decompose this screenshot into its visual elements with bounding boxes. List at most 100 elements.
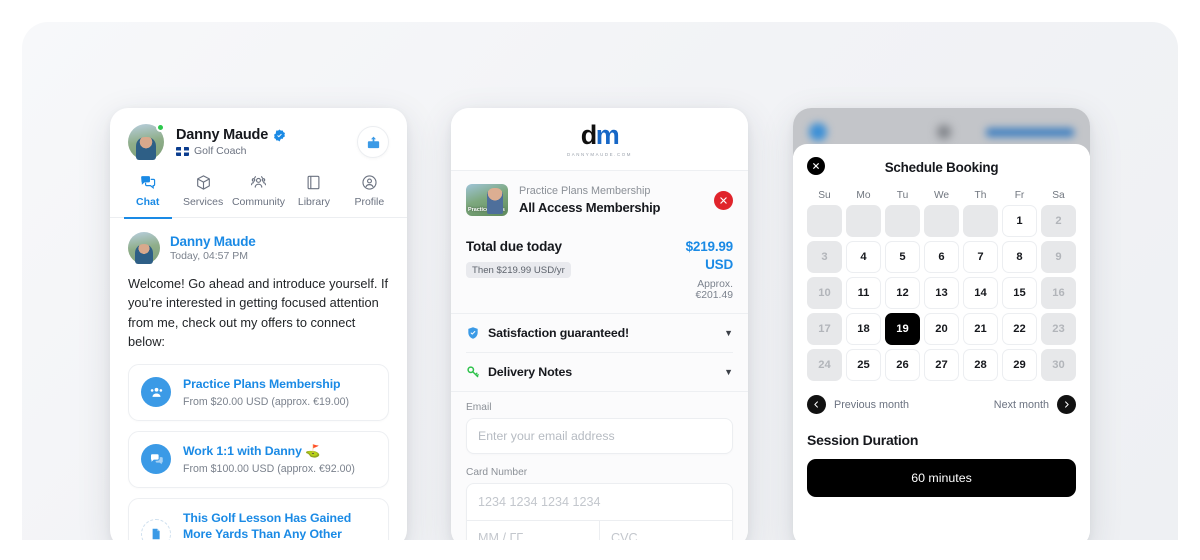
session-duration-option[interactable]: 60 minutes bbox=[807, 459, 1076, 497]
blurred-link bbox=[986, 127, 1074, 137]
calendar-day-17: 17 bbox=[807, 313, 842, 345]
calendar-day-13[interactable]: 13 bbox=[924, 277, 959, 309]
calendar-day-18[interactable]: 18 bbox=[846, 313, 881, 345]
uk-flag-icon bbox=[176, 146, 189, 156]
logo-mark: dm bbox=[580, 119, 620, 150]
person-circle-icon bbox=[362, 175, 377, 190]
total-label: Total due today bbox=[466, 239, 562, 254]
message-author: Danny Maude bbox=[170, 234, 256, 249]
product-name: All Access Membership bbox=[519, 200, 661, 215]
nav-tabs: Chat Services Community Library Profile bbox=[110, 174, 407, 217]
calendar-day-5[interactable]: 5 bbox=[885, 241, 920, 273]
next-month-button[interactable]: Next month bbox=[994, 395, 1076, 414]
tab-community[interactable]: Community bbox=[231, 174, 286, 217]
calendar-day-29[interactable]: 29 bbox=[1002, 349, 1037, 381]
email-field[interactable]: Enter your email address bbox=[466, 418, 733, 454]
calendar-day-20[interactable]: 20 bbox=[924, 313, 959, 345]
calendar-day-16: 16 bbox=[1041, 277, 1076, 309]
coach-role: Golf Coach bbox=[194, 145, 247, 157]
checkout-panel: dm dannymaude.com Practice Plans Practic… bbox=[451, 108, 748, 540]
product-category: Practice Plans Membership bbox=[519, 185, 651, 197]
calendar-day-name: We bbox=[933, 190, 950, 201]
calendar-day-24: 24 bbox=[807, 349, 842, 381]
calendar-day-names: Su Mo Tu We Th Fr Sa bbox=[807, 190, 1076, 201]
close-sheet-button[interactable] bbox=[807, 157, 825, 175]
calendar-cell-empty bbox=[846, 205, 881, 237]
calendar-day-6[interactable]: 6 bbox=[924, 241, 959, 273]
key-icon bbox=[467, 366, 479, 378]
accordion-delivery-notes[interactable]: Delivery Notes ▼ bbox=[451, 353, 748, 391]
calendar-day-7[interactable]: 7 bbox=[963, 241, 998, 273]
session-duration-title: Session Duration bbox=[807, 432, 919, 448]
calendar-day-22[interactable]: 22 bbox=[1002, 313, 1037, 345]
tab-services[interactable]: Services bbox=[175, 174, 230, 217]
logo-wordmark: dannymaude.com bbox=[566, 151, 633, 157]
offers-list: Practice Plans Membership From $20.00 US… bbox=[110, 352, 407, 540]
calendar-day-name: Su bbox=[818, 190, 831, 201]
offer-card[interactable]: Practice Plans Membership From $20.00 US… bbox=[128, 363, 389, 421]
offer-title: Practice Plans Membership bbox=[183, 376, 341, 391]
calendar-day-2: 2 bbox=[1041, 205, 1076, 237]
calendar-day-11[interactable]: 11 bbox=[846, 277, 881, 309]
total-row: Total due today Then $219.99 USD/yr $219… bbox=[451, 229, 748, 313]
calendar-day-1[interactable]: 1 bbox=[1002, 205, 1037, 237]
calendar-day-21[interactable]: 21 bbox=[963, 313, 998, 345]
accordion-satisfaction[interactable]: Satisfaction guaranteed! ▼ bbox=[451, 314, 748, 352]
tab-chat-label: Chat bbox=[136, 196, 160, 208]
remove-product-button[interactable] bbox=[714, 190, 733, 210]
calendar-cell-empty bbox=[807, 205, 842, 237]
message-body: Welcome! Go ahead and introduce yourself… bbox=[128, 276, 389, 350]
tab-profile[interactable]: Profile bbox=[342, 174, 397, 217]
coach-name: Danny Maude bbox=[176, 127, 269, 143]
sheet-header: Schedule Booking bbox=[807, 156, 1076, 178]
card-field-group: 1234 1234 1234 1234 MM / ГГ CVC bbox=[466, 483, 733, 540]
calendar-day-12[interactable]: 12 bbox=[885, 277, 920, 309]
message-avatar bbox=[128, 232, 160, 264]
accordion-label: Delivery Notes bbox=[488, 365, 572, 379]
calendar-day-14[interactable]: 14 bbox=[963, 277, 998, 309]
next-month-label: Next month bbox=[993, 398, 1049, 411]
offer-card[interactable]: Work 1:1 with Danny ⛳ From $100.00 USD (… bbox=[128, 430, 389, 488]
tabs-divider bbox=[110, 217, 407, 219]
calendar-day-4[interactable]: 4 bbox=[846, 241, 881, 273]
calendar-cell-empty bbox=[924, 205, 959, 237]
share-button[interactable] bbox=[357, 126, 389, 158]
schedule-booking-sheet: Schedule Booking Su Mo Tu We Th Fr Sa 12345678… bbox=[793, 144, 1090, 540]
offer-card[interactable]: This Golf Lesson Has Gained More Yards T… bbox=[128, 497, 389, 540]
calendar-day-27[interactable]: 27 bbox=[924, 349, 959, 381]
calendar-day-9: 9 bbox=[1041, 241, 1076, 273]
card-number-label: Card Number bbox=[466, 467, 528, 478]
calendar-day-28[interactable]: 28 bbox=[963, 349, 998, 381]
tab-library-label: Library bbox=[297, 196, 330, 208]
tab-chat[interactable]: Chat bbox=[120, 174, 175, 217]
card-expiry-input[interactable]: MM / ГГ bbox=[467, 521, 599, 540]
chat-bubble-icon bbox=[141, 444, 171, 475]
thumbnail-caption: Practice Plans bbox=[468, 207, 505, 214]
accordion-label: Satisfaction guaranteed! bbox=[488, 326, 629, 340]
arrow-left-icon bbox=[807, 395, 826, 414]
card-number-input[interactable]: 1234 1234 1234 1234 bbox=[467, 484, 732, 520]
calendar-day-15[interactable]: 15 bbox=[1002, 277, 1037, 309]
calendar-day-8[interactable]: 8 bbox=[1002, 241, 1037, 273]
message-header: Danny Maude Today, 04:57 PM bbox=[128, 232, 389, 264]
sheet-title: Schedule Booking bbox=[884, 159, 999, 175]
calendar-navigation: Previous month Next month bbox=[807, 395, 1076, 414]
calendar: Su Mo Tu We Th Fr Sa 1 2 3 4 5 6 7 8 9 10 11 12 13 14 15 16 17… bbox=[807, 190, 1076, 381]
booking-panel: Schedule Booking Su Mo Tu We Th Fr Sa 12345678… bbox=[793, 108, 1090, 540]
calendar-day-name: Mo bbox=[856, 190, 871, 201]
logo-mark-accent: m bbox=[595, 119, 620, 150]
calendar-cell-empty bbox=[963, 205, 998, 237]
total-approx: Approx. €201.49 bbox=[695, 279, 733, 301]
calendar-day-26[interactable]: 26 bbox=[885, 349, 920, 381]
chat-panel: Danny Maude Golf Coach Chat Services Com… bbox=[110, 108, 407, 540]
calendar-day-19[interactable]: 19 bbox=[885, 313, 920, 345]
coach-name-row: Danny Maude bbox=[176, 127, 286, 143]
recurring-chip: Then $219.99 USD/yr bbox=[466, 262, 571, 278]
chat-message: Danny Maude Today, 04:57 PM Welcome! Go … bbox=[110, 218, 407, 352]
card-cvc-input[interactable]: CVC bbox=[599, 521, 732, 540]
calendar-day-25[interactable]: 25 bbox=[846, 349, 881, 381]
book-icon bbox=[307, 175, 320, 190]
tab-library[interactable]: Library bbox=[286, 174, 341, 217]
active-tab-indicator bbox=[124, 217, 172, 219]
previous-month-button[interactable]: Previous month bbox=[807, 395, 909, 414]
